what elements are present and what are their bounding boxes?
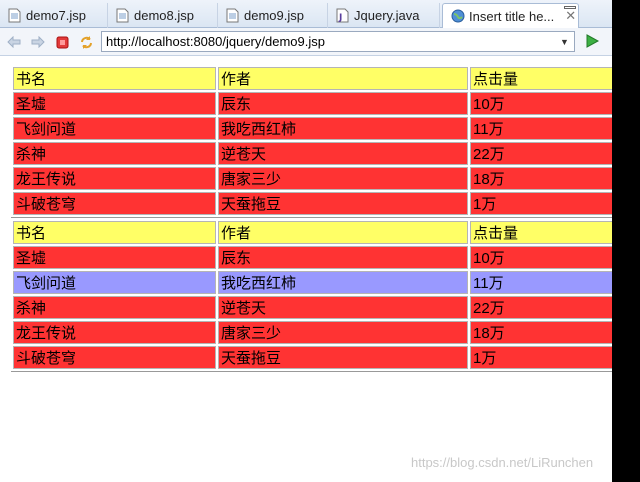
- cell-title: 龙王传说: [13, 167, 216, 190]
- cell-title: 龙王传说: [13, 321, 216, 344]
- cell-title: 飞剑问道: [13, 271, 216, 294]
- books-table-2: 书名 作者 点击量 圣墟 辰东 10万 飞剑问道 我吃西红柿 11万 杀神 逆苍…: [11, 219, 625, 372]
- cell-clicks: 11万: [470, 117, 623, 140]
- cell-clicks: 1万: [470, 346, 623, 369]
- table-row-highlighted[interactable]: 飞剑问道 我吃西红柿 11万: [13, 271, 623, 294]
- svg-text:J: J: [338, 13, 342, 23]
- books-table-1: 书名 作者 点击量 圣墟 辰东 10万 飞剑问道 我吃西红柿 11万 杀神 逆苍…: [11, 65, 625, 218]
- header-cell-clicks: 点击量: [470, 221, 623, 244]
- cell-author: 逆苍天: [218, 296, 468, 319]
- dropdown-arrow-icon[interactable]: ▼: [560, 37, 569, 47]
- tab-label: Jquery.java: [354, 8, 420, 23]
- jsp-file-icon: [116, 8, 129, 23]
- cell-clicks: 22万: [470, 296, 623, 319]
- refresh-icon[interactable]: [78, 34, 94, 50]
- jsp-file-icon: [8, 8, 21, 23]
- table-header-row: 书名 作者 点击量: [13, 67, 623, 90]
- table-row[interactable]: 飞剑问道 我吃西红柿 11万: [13, 117, 623, 140]
- header-cell-author: 作者: [218, 67, 468, 90]
- table-row[interactable]: 龙王传说 唐家三少 18万: [13, 167, 623, 190]
- tab-insert-title[interactable]: Insert title he... ✕: [442, 3, 579, 28]
- cell-clicks: 10万: [470, 246, 623, 269]
- tab-demo9[interactable]: demo9.jsp: [218, 3, 328, 28]
- cell-author: 辰东: [218, 246, 468, 269]
- page-content: 书名 作者 点击量 圣墟 辰东 10万 飞剑问道 我吃西红柿 11万 杀神 逆苍…: [0, 57, 625, 482]
- forward-arrow-icon[interactable]: [30, 34, 46, 50]
- cell-title: 圣墟: [13, 92, 216, 115]
- tab-demo8[interactable]: demo8.jsp: [108, 3, 218, 28]
- cell-author: 唐家三少: [218, 321, 468, 344]
- go-icon[interactable]: [584, 33, 600, 49]
- tab-label: Insert title he...: [469, 8, 555, 24]
- cell-author: 我吃西红柿: [218, 117, 468, 140]
- minimize-button[interactable]: [564, 6, 576, 9]
- tab-label: demo7.jsp: [26, 8, 86, 23]
- watermark: https://blog.csdn.net/LiRunchen: [411, 455, 594, 470]
- cell-author: 天蚕拖豆: [218, 346, 468, 369]
- header-cell-clicks: 点击量: [470, 67, 623, 90]
- cell-title: 飞剑问道: [13, 117, 216, 140]
- cell-author: 辰东: [218, 92, 468, 115]
- table-row[interactable]: 斗破苍穹 天蚕拖豆 1万: [13, 346, 623, 369]
- cell-title: 圣墟: [13, 246, 216, 269]
- table-row[interactable]: 杀神 逆苍天 22万: [13, 296, 623, 319]
- tab-demo7[interactable]: demo7.jsp: [0, 3, 108, 28]
- header-cell-author: 作者: [218, 221, 468, 244]
- cell-title: 杀神: [13, 142, 216, 165]
- table-row[interactable]: 圣墟 辰东 10万: [13, 246, 623, 269]
- cell-clicks: 18万: [470, 167, 623, 190]
- cell-clicks: 22万: [470, 142, 623, 165]
- header-cell-title: 书名: [13, 67, 216, 90]
- globe-icon: [451, 9, 465, 24]
- cell-clicks: 1万: [470, 192, 623, 215]
- cell-title: 杀神: [13, 296, 216, 319]
- table-header-row: 书名 作者 点击量: [13, 221, 623, 244]
- cell-author: 我吃西红柿: [218, 271, 468, 294]
- cell-title: 斗破苍穹: [13, 346, 216, 369]
- tab-label: demo9.jsp: [244, 8, 304, 23]
- url-input[interactable]: http://localhost:8080/jquery/demo9.jsp: [101, 31, 575, 52]
- table-row[interactable]: 龙王传说 唐家三少 18万: [13, 321, 623, 344]
- cell-clicks: 11万: [470, 271, 623, 294]
- jsp-file-icon: [226, 8, 239, 23]
- back-arrow-icon[interactable]: [6, 34, 22, 50]
- cell-author: 唐家三少: [218, 167, 468, 190]
- cell-clicks: 10万: [470, 92, 623, 115]
- window-edge: [612, 0, 640, 482]
- cell-title: 斗破苍穹: [13, 192, 216, 215]
- cell-clicks: 18万: [470, 321, 623, 344]
- stop-icon[interactable]: [54, 34, 70, 50]
- cell-author: 逆苍天: [218, 142, 468, 165]
- tab-label: demo8.jsp: [134, 8, 194, 23]
- editor-tab-bar: demo7.jsp demo8.jsp demo9.jsp J Jquery.j…: [0, 0, 612, 28]
- header-cell-title: 书名: [13, 221, 216, 244]
- java-file-icon: J: [336, 8, 349, 23]
- table-row[interactable]: 斗破苍穹 天蚕拖豆 1万: [13, 192, 623, 215]
- tab-jquery-java[interactable]: J Jquery.java: [328, 3, 440, 28]
- table-row[interactable]: 杀神 逆苍天 22万: [13, 142, 623, 165]
- close-icon[interactable]: ✕: [565, 8, 576, 24]
- cell-author: 天蚕拖豆: [218, 192, 468, 215]
- table-row[interactable]: 圣墟 辰东 10万: [13, 92, 623, 115]
